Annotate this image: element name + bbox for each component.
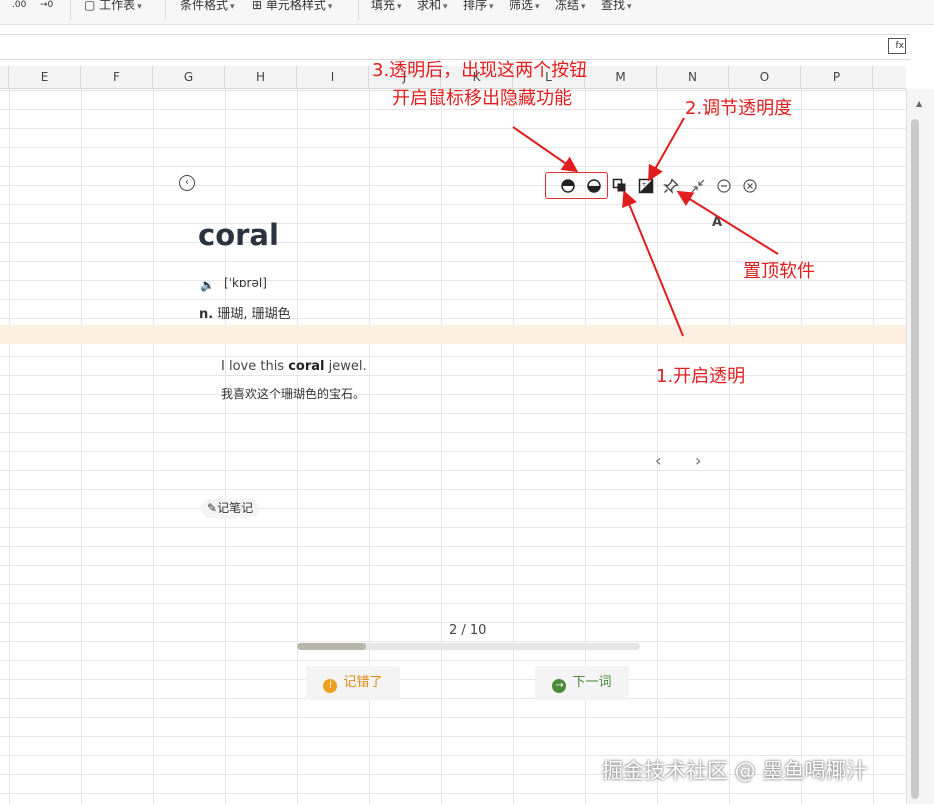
annotation-step1: 1.开启透明 (656, 366, 746, 387)
annotation-step3-line2: 开启鼠标移出隐藏功能 (392, 88, 572, 109)
arrow-to-pin-button (676, 190, 779, 255)
arrow-to-highlight-box (512, 126, 579, 173)
annotation-step2: 2.调节透明度 (685, 98, 793, 119)
watermark: 掘金技术社区 @ 墨鱼喝椰汁 (602, 759, 868, 783)
annotation-arrows (512, 117, 779, 337)
annotation-pin: 置顶软件 (743, 261, 815, 282)
arrow-to-transparent-button (622, 190, 684, 337)
annotation-step3-line1: 3.透明后，出现这两个按钮 (372, 60, 588, 81)
arrow-to-opacity-button (648, 117, 685, 182)
